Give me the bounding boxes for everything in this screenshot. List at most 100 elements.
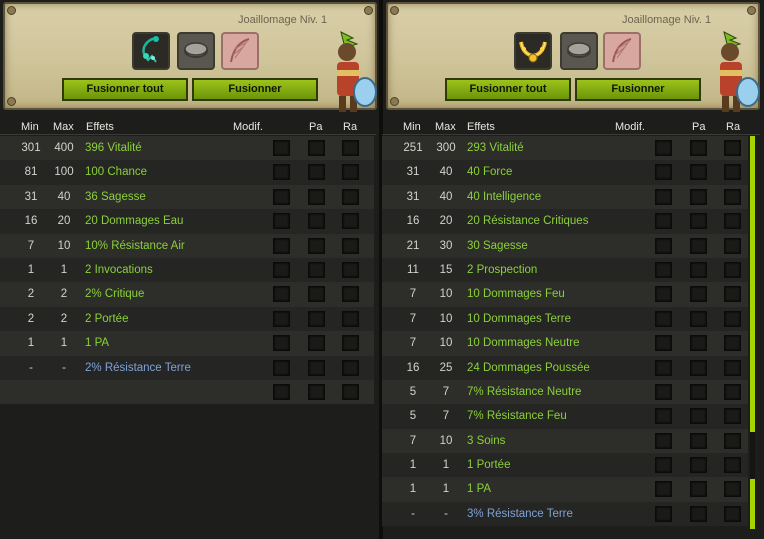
modif-checkbox[interactable] bbox=[655, 140, 672, 156]
scrollbar-thumb[interactable] bbox=[750, 136, 755, 432]
ra-checkbox[interactable] bbox=[724, 213, 741, 230]
pa-checkbox[interactable] bbox=[308, 335, 325, 352]
modif-checkbox[interactable] bbox=[655, 335, 672, 352]
fuse-all-button[interactable]: Fusionner tout bbox=[62, 78, 188, 101]
pa-checkbox[interactable] bbox=[690, 457, 707, 474]
modif-checkbox[interactable] bbox=[273, 188, 290, 205]
modif-checkbox[interactable] bbox=[655, 359, 672, 376]
ra-checkbox[interactable] bbox=[724, 432, 741, 449]
ra-checkbox[interactable] bbox=[724, 408, 741, 425]
pa-checkbox[interactable] bbox=[308, 164, 325, 181]
ra-checkbox[interactable] bbox=[342, 261, 359, 278]
item-slot[interactable] bbox=[132, 32, 170, 70]
fuse-button[interactable]: Fusionner bbox=[575, 78, 701, 101]
ra-checkbox[interactable] bbox=[724, 140, 741, 156]
effect-min: 7 bbox=[27, 239, 35, 252]
modif-checkbox[interactable] bbox=[273, 261, 290, 278]
ra-checkbox[interactable] bbox=[724, 164, 741, 181]
pa-checkbox[interactable] bbox=[690, 188, 707, 205]
modif-checkbox[interactable] bbox=[655, 188, 672, 205]
ra-checkbox[interactable] bbox=[724, 383, 741, 400]
modif-checkbox[interactable] bbox=[655, 383, 672, 400]
pa-checkbox[interactable] bbox=[690, 432, 707, 449]
ra-checkbox[interactable] bbox=[724, 188, 741, 205]
ra-checkbox[interactable] bbox=[342, 213, 359, 230]
pa-checkbox[interactable] bbox=[690, 164, 707, 181]
signature-rune-slot[interactable] bbox=[560, 32, 598, 70]
ra-checkbox[interactable] bbox=[724, 310, 741, 327]
pa-checkbox[interactable] bbox=[690, 383, 707, 400]
ra-checkbox[interactable] bbox=[342, 383, 359, 400]
pa-checkbox[interactable] bbox=[690, 505, 707, 522]
modif-checkbox[interactable] bbox=[655, 286, 672, 303]
modif-checkbox[interactable] bbox=[273, 286, 290, 303]
ra-checkbox[interactable] bbox=[342, 140, 359, 156]
ra-checkbox[interactable] bbox=[724, 335, 741, 352]
modif-checkbox[interactable] bbox=[655, 457, 672, 474]
effect-max: 1 bbox=[60, 263, 68, 276]
ra-checkbox[interactable] bbox=[342, 164, 359, 181]
ra-checkbox[interactable] bbox=[342, 310, 359, 327]
ra-checkbox[interactable] bbox=[724, 457, 741, 474]
pa-checkbox[interactable] bbox=[308, 310, 325, 327]
item-slot[interactable] bbox=[514, 32, 552, 70]
scrollbar-thumb-lower[interactable] bbox=[750, 479, 755, 529]
modif-checkbox[interactable] bbox=[655, 237, 672, 254]
effect-row: 7 10 10% Résistance Air bbox=[0, 233, 374, 258]
pa-checkbox[interactable] bbox=[690, 286, 707, 303]
signature-rune-slot[interactable] bbox=[177, 32, 215, 70]
pa-checkbox[interactable] bbox=[308, 261, 325, 278]
ra-checkbox[interactable] bbox=[724, 505, 741, 522]
ra-checkbox[interactable] bbox=[724, 261, 741, 278]
ra-checkbox[interactable] bbox=[724, 359, 741, 376]
pa-checkbox[interactable] bbox=[308, 286, 325, 303]
pa-checkbox[interactable] bbox=[308, 359, 325, 376]
modif-checkbox[interactable] bbox=[273, 335, 290, 352]
pa-checkbox[interactable] bbox=[308, 188, 325, 205]
modif-checkbox[interactable] bbox=[273, 310, 290, 327]
ra-checkbox[interactable] bbox=[724, 286, 741, 303]
effect-row: 2 2 2 Portée bbox=[0, 306, 374, 332]
ra-checkbox[interactable] bbox=[724, 481, 741, 498]
modif-checkbox[interactable] bbox=[273, 140, 290, 156]
pa-checkbox[interactable] bbox=[690, 261, 707, 278]
amulet-icon bbox=[142, 36, 159, 63]
modif-checkbox[interactable] bbox=[655, 213, 672, 230]
pa-checkbox[interactable] bbox=[308, 140, 325, 156]
ra-checkbox[interactable] bbox=[724, 237, 741, 254]
fuse-all-button[interactable]: Fusionner tout bbox=[445, 78, 571, 101]
modif-checkbox[interactable] bbox=[273, 237, 290, 254]
pa-checkbox[interactable] bbox=[308, 237, 325, 254]
ra-checkbox[interactable] bbox=[342, 335, 359, 352]
pa-checkbox[interactable] bbox=[690, 213, 707, 230]
pa-checkbox[interactable] bbox=[308, 383, 325, 400]
pa-checkbox[interactable] bbox=[690, 481, 707, 498]
modif-checkbox[interactable] bbox=[655, 408, 672, 425]
pa-checkbox[interactable] bbox=[690, 359, 707, 376]
pa-checkbox[interactable] bbox=[690, 408, 707, 425]
modif-checkbox[interactable] bbox=[273, 383, 290, 400]
pa-checkbox[interactable] bbox=[690, 310, 707, 327]
rune-slot[interactable] bbox=[221, 32, 259, 70]
pa-checkbox[interactable] bbox=[690, 335, 707, 352]
pa-checkbox[interactable] bbox=[690, 237, 707, 254]
modif-checkbox[interactable] bbox=[273, 164, 290, 181]
pa-checkbox[interactable] bbox=[690, 140, 707, 156]
rune-slot[interactable] bbox=[603, 32, 641, 70]
modif-checkbox[interactable] bbox=[273, 359, 290, 376]
modif-checkbox[interactable] bbox=[655, 261, 672, 278]
modif-checkbox[interactable] bbox=[655, 164, 672, 181]
ra-checkbox[interactable] bbox=[342, 359, 359, 376]
modif-checkbox[interactable] bbox=[655, 481, 672, 498]
pa-checkbox[interactable] bbox=[308, 213, 325, 230]
modif-checkbox[interactable] bbox=[655, 432, 672, 449]
ra-checkbox[interactable] bbox=[342, 237, 359, 254]
scrollbar-track[interactable] bbox=[750, 136, 755, 529]
ra-checkbox[interactable] bbox=[342, 188, 359, 205]
fuse-button[interactable]: Fusionner bbox=[192, 78, 318, 101]
ra-checkbox[interactable] bbox=[342, 286, 359, 303]
modif-checkbox[interactable] bbox=[655, 310, 672, 327]
modif-checkbox[interactable] bbox=[655, 505, 672, 522]
modif-checkbox[interactable] bbox=[273, 213, 290, 230]
header-effects: Effets bbox=[86, 121, 114, 133]
